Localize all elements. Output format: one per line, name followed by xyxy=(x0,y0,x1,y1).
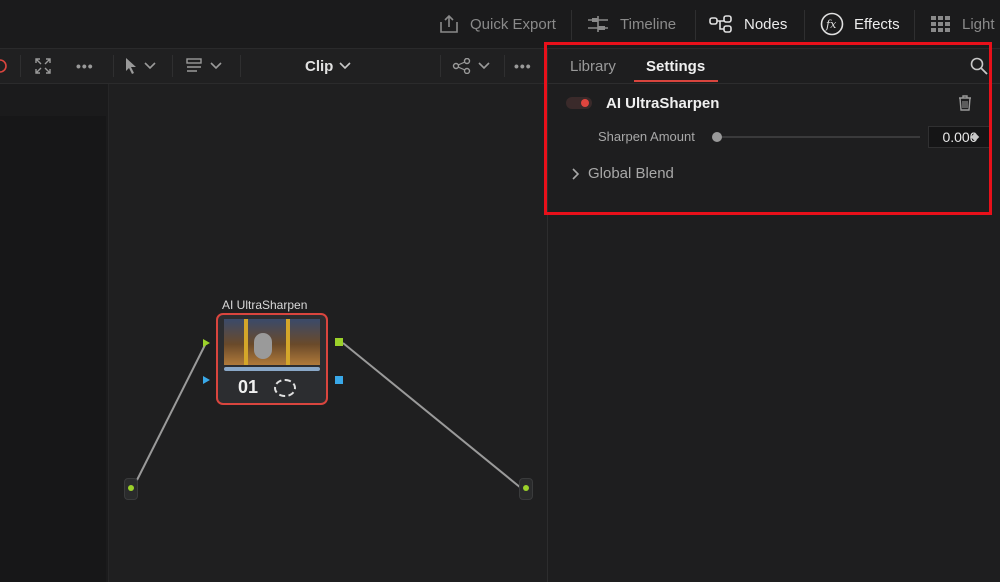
lightbox-button[interactable]: Light xyxy=(930,0,995,48)
input-connection xyxy=(132,342,207,489)
output-node[interactable] xyxy=(519,478,533,500)
effects-label: Effects xyxy=(854,15,900,33)
node-status-bar xyxy=(224,367,320,371)
node-connections xyxy=(132,342,522,489)
divider xyxy=(571,10,572,40)
node-label: AI UltraSharpen xyxy=(222,298,308,312)
timeline-button[interactable]: Timeline xyxy=(586,0,676,48)
effect-icon xyxy=(274,379,296,397)
output-connection xyxy=(342,342,522,489)
fx-icon: fx xyxy=(820,12,844,36)
nodes-label: Nodes xyxy=(744,15,788,33)
divider xyxy=(695,10,696,40)
lightbox-label: Light xyxy=(962,15,995,33)
nodes-button[interactable]: Nodes xyxy=(708,0,787,48)
rgb-output-port[interactable] xyxy=(335,338,343,346)
thumbnail-subject xyxy=(254,333,272,359)
highlight-box xyxy=(544,42,992,215)
thumbnail-detail xyxy=(286,319,290,365)
divider xyxy=(914,10,915,40)
corrector-node[interactable]: 01 xyxy=(216,313,328,405)
timeline-icon xyxy=(588,16,608,32)
timeline-label: Timeline xyxy=(620,15,677,33)
svg-text:fx: fx xyxy=(825,18,837,31)
lightbox-icon xyxy=(931,16,950,32)
divider xyxy=(804,10,805,40)
source-node[interactable] xyxy=(124,478,138,500)
thumbnail-detail xyxy=(244,319,248,365)
key-output-port[interactable] xyxy=(335,376,343,384)
key-input-port[interactable] xyxy=(203,376,210,384)
node-thumbnail xyxy=(224,319,320,365)
effects-button[interactable]: fx Effects xyxy=(820,0,900,48)
node-number: 01 xyxy=(238,377,259,397)
rgb-input-port[interactable] xyxy=(203,339,210,347)
nodes-icon xyxy=(709,15,732,33)
